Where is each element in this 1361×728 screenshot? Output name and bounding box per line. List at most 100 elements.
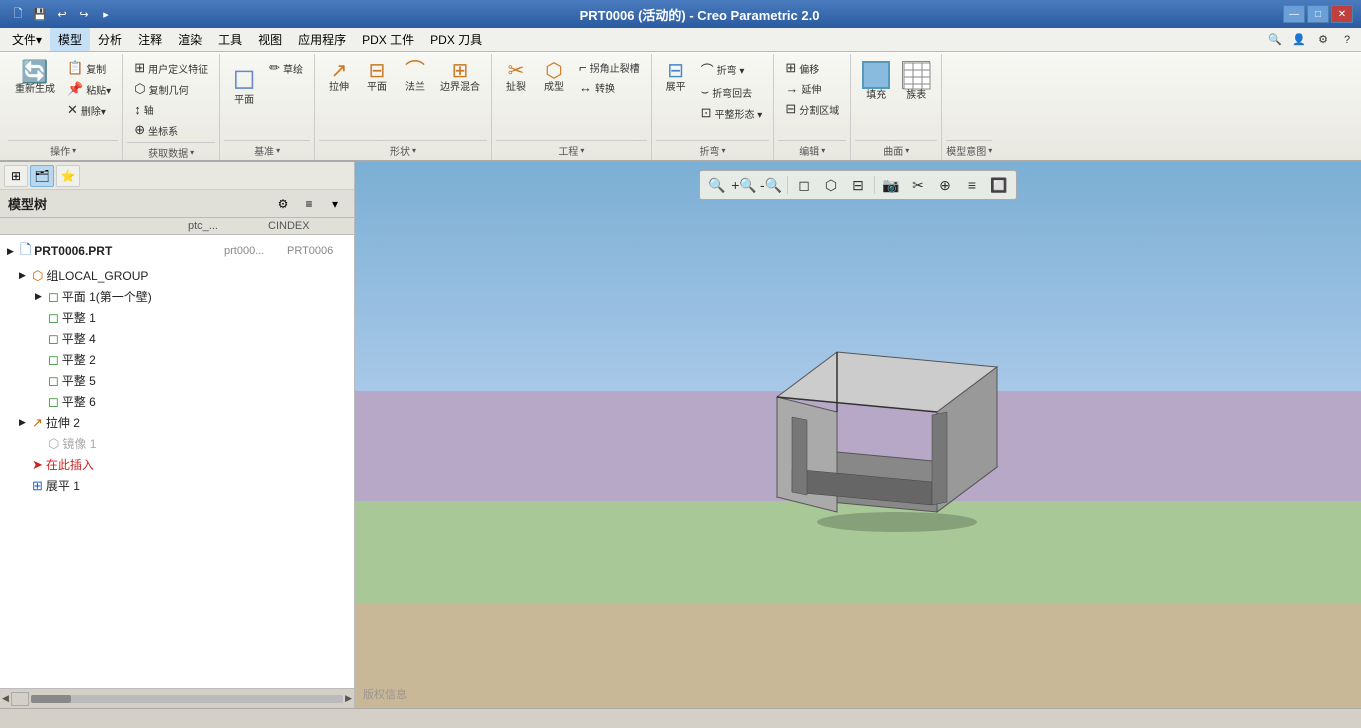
copy-geometry-btn[interactable]: ⬡复制几何	[129, 79, 213, 99]
sidebar-icon-star[interactable]: ⭐	[56, 165, 80, 187]
boundary-blend-btn[interactable]: ⊞ 边界混合	[435, 58, 485, 97]
plane-datum-btn[interactable]: ◻ 平面	[226, 58, 262, 110]
customize-btn[interactable]: ▸	[96, 4, 116, 24]
fill-btn[interactable]: 填充	[857, 58, 895, 105]
tree-item-flat4[interactable]: ◻ 平整 4	[2, 328, 352, 349]
ribbon-group-get-data: ⊞用户定义特征 ⬡复制几何 ↕轴 ⊕坐标系 获取数据 ▾	[123, 54, 220, 160]
extrude-btn[interactable]: ↗ 拉伸	[321, 58, 357, 97]
tree-item-plane1[interactable]: ▶ ◻ 平面 1(第一个壁)	[2, 286, 352, 307]
scroll-thumb[interactable]	[31, 695, 71, 703]
family-table-btn[interactable]: 族表	[897, 58, 935, 105]
sidebar-icon-grid[interactable]: ⊞	[4, 165, 28, 187]
menu-tools[interactable]: 工具	[210, 28, 250, 51]
scroll-left-arrow[interactable]: ◀	[2, 693, 9, 704]
menu-pdx-parts[interactable]: PDX 工件	[354, 28, 422, 51]
sidebar-icon-tree[interactable]: 🗂	[30, 165, 54, 187]
flat-form-btn[interactable]: ⊡平整形态 ▾	[696, 103, 768, 123]
tear-btn[interactable]: ✂ 扯裂	[498, 58, 534, 97]
tree-item-label: 拉伸 2	[46, 414, 80, 431]
search-help-btn[interactable]: 🔍	[1265, 30, 1285, 50]
scroll-right-arrow[interactable]: ▶	[345, 693, 352, 704]
shaded-btn[interactable]: ⬡	[818, 173, 844, 197]
menu-file[interactable]: 文件▾	[4, 28, 50, 51]
hidden-line-btn[interactable]: ⊟	[845, 173, 871, 197]
profile-btn[interactable]: 👤	[1289, 30, 1309, 50]
bend-icon: ⌒	[701, 60, 714, 79]
save-btn[interactable]: 💾	[30, 4, 50, 24]
ribbon-group-datum: ◻ 平面 ✏草绘 基准 ▾	[220, 54, 315, 160]
tree-expand-icon	[35, 355, 45, 365]
tree-settings-btn[interactable]: ⚙	[272, 193, 294, 215]
new-btn[interactable]: 🗋	[8, 4, 28, 24]
minimize-btn[interactable]: —	[1283, 5, 1305, 23]
tree-display-btn[interactable]: ≡	[298, 193, 320, 215]
flat-btn[interactable]: ⊟ 平面	[359, 58, 395, 97]
undo-btn[interactable]: ↩	[52, 4, 72, 24]
offset-btn[interactable]: ⊞偏移	[780, 58, 844, 78]
paste-btn[interactable]: 📌粘贴▾	[62, 79, 116, 99]
tree-more-btn[interactable]: ▾	[324, 193, 346, 215]
flange-btn[interactable]: ⌒ 法兰	[397, 58, 433, 97]
help-btn[interactable]: ?	[1337, 30, 1357, 50]
tree-item-local-group[interactable]: ▶ ⬡ 组LOCAL_GROUP	[2, 265, 352, 286]
sketch-btn[interactable]: ✏草绘	[264, 58, 308, 78]
zoom-out-btn[interactable]: -🔍	[758, 173, 784, 197]
tree-item-label: PRT0006.PRT	[34, 244, 112, 258]
maximize-btn[interactable]: □	[1307, 5, 1329, 23]
layer-btn[interactable]: 🔲	[986, 173, 1012, 197]
corner-relief-btn[interactable]: ⌐拐角止裂槽	[574, 58, 645, 77]
tree-item-unfold1[interactable]: ⊞ 展平 1	[2, 475, 352, 496]
menu-model[interactable]: 模型	[50, 28, 90, 51]
regenerate-btn[interactable]: 🔄 重新生成	[10, 58, 60, 99]
bend-back-btn[interactable]: ⌣折弯回去	[696, 82, 768, 102]
menu-render[interactable]: 渲染	[170, 28, 210, 51]
tree-item-prt0006[interactable]: ▶ 🗋 PRT0006.PRT prt000... PRT0006	[2, 237, 352, 265]
tree-item-flat5[interactable]: ◻ 平整 5	[2, 370, 352, 391]
form-btn[interactable]: ⬡ 成型	[536, 58, 572, 97]
menu-pdx-blades[interactable]: PDX 刀具	[422, 28, 490, 51]
menu-apps[interactable]: 应用程序	[290, 28, 354, 51]
tree-item-flat2[interactable]: ◻ 平整 2	[2, 349, 352, 370]
menu-annotation[interactable]: 注释	[130, 28, 170, 51]
copy-icon: 📋	[67, 60, 83, 76]
model-tree[interactable]: ▶ 🗋 PRT0006.PRT prt000... PRT0006 ▶ ⬡ 组L…	[0, 235, 354, 688]
settings-btn[interactable]: ⚙	[1313, 30, 1333, 50]
tree-item-icon-extrude: ↗	[32, 415, 43, 431]
viewport[interactable]: 🔍 +🔍 -🔍 ◻ ⬡ ⊟ 📷 ✂ ⊕ ≡ 🔲 版权信息	[355, 162, 1361, 708]
wireframe-btn[interactable]: ◻	[791, 173, 817, 197]
menu-view[interactable]: 视图	[250, 28, 290, 51]
axis-btn[interactable]: ↕轴	[129, 100, 213, 119]
split-area-btn[interactable]: ⊟分割区域	[780, 99, 844, 119]
camera-btn[interactable]: 📷	[878, 173, 904, 197]
section-btn[interactable]: ✂	[905, 173, 931, 197]
delete-btn[interactable]: ✕删除▾	[62, 100, 116, 120]
close-btn[interactable]: ✕	[1331, 5, 1353, 23]
menu-analysis[interactable]: 分析	[90, 28, 130, 51]
tree-item-flat1[interactable]: ◻ 平整 1	[2, 307, 352, 328]
ribbon: 🔄 重新生成 📋复制 📌粘贴▾ ✕删除▾ 操作 ▾ ⊞用户定义特征	[0, 52, 1361, 162]
copy-btn[interactable]: 📋复制	[62, 58, 116, 78]
tree-item-insert-here[interactable]: ➤ 在此插入	[2, 454, 352, 475]
extend-btn[interactable]: →延伸	[780, 79, 844, 98]
redo-btn[interactable]: ↪	[74, 4, 94, 24]
tree-item-label: 镜像 1	[62, 435, 96, 452]
convert-btn[interactable]: ↔转换	[574, 78, 645, 97]
tree-item-label: 平整 5	[62, 372, 96, 389]
tree-item-extrude2[interactable]: ▶ ↗ 拉伸 2	[2, 412, 352, 433]
coord-btn[interactable]: ⊕坐标系	[129, 120, 213, 140]
tree-item-flat6[interactable]: ◻ 平整 6	[2, 391, 352, 412]
bend-btn[interactable]: ⌒折弯 ▾	[696, 58, 768, 81]
user-defined-feature-btn[interactable]: ⊞用户定义特征	[129, 58, 213, 78]
ribbon-group-surface: 填充 族表 曲面 ▾	[851, 54, 942, 160]
tree-item-mirror1[interactable]: ⬡ 镜像 1	[2, 433, 352, 454]
display-btn[interactable]: ≡	[959, 173, 985, 197]
orient-btn[interactable]: ⊕	[932, 173, 958, 197]
zoom-window-btn[interactable]: 🔍	[704, 173, 730, 197]
zoom-in-btn[interactable]: +🔍	[731, 173, 757, 197]
bend-back-icon: ⌣	[701, 84, 710, 100]
boundary-icon: ⊞	[452, 61, 469, 81]
extend-icon: →	[785, 81, 798, 96]
scroll-prev-btn[interactable]	[11, 692, 29, 706]
flatten-btn[interactable]: ⊟ 展平	[658, 58, 694, 97]
vp-sep1	[787, 176, 788, 194]
